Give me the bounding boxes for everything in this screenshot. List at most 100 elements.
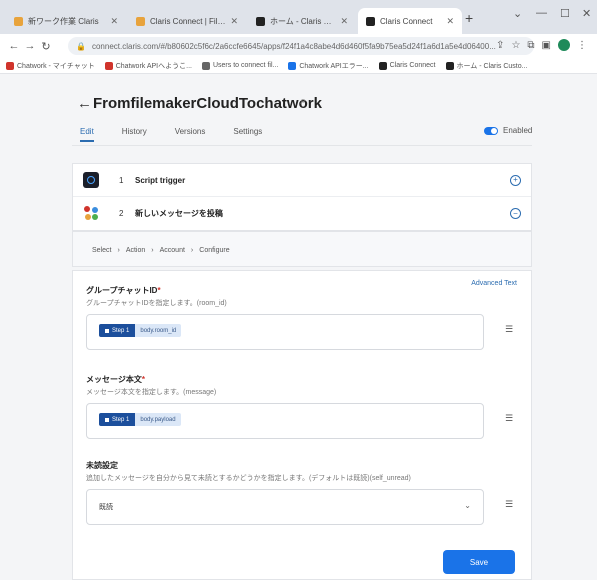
bookmark-label: ホーム - Claris Custo... (456, 62, 528, 70)
address-bar-row: ← → ↻ 🔒 connect.claris.com/#/b80602c5f6c… (0, 34, 597, 58)
bookmark-icon (445, 61, 454, 70)
minimize-icon[interactable]: — (536, 7, 547, 19)
step-row-2[interactable]: 2 新しいメッセージを投稿 − (73, 197, 531, 230)
message-body-field[interactable]: Step 1 body.payload (86, 403, 484, 439)
url-field[interactable]: 🔒 connect.claris.com/#/b80602c5f6c/2a6cc… (68, 37, 534, 55)
step-row-1[interactable]: 1 Script trigger + (73, 164, 531, 197)
chatwork-dot (92, 207, 98, 213)
close-icon[interactable]: ✕ (230, 16, 238, 27)
bookmark-item[interactable]: Claris Connect (378, 61, 436, 70)
close-icon[interactable]: ✕ (340, 16, 348, 27)
tab-favicon-icon (14, 16, 23, 26)
required-marker: * (157, 286, 161, 295)
breadcrumb-item[interactable]: Account (160, 247, 185, 254)
chevron-down-icon: ⌄ (464, 501, 471, 510)
browser-tab-2[interactable]: Claris Connect | FileMaker ✕ (128, 8, 246, 34)
bookmark-star-icon[interactable]: ☆ (511, 40, 520, 51)
tab-search-icon[interactable]: ⌄ (513, 7, 522, 20)
breadcrumb-item[interactable]: Select (92, 247, 111, 254)
close-icon[interactable]: ✕ (110, 16, 118, 27)
tab-label: Claris Connect (380, 16, 433, 26)
configure-form: グループチャットID* グループチャットIDを指定します。(room_id) A… (72, 270, 532, 580)
self-unread-select[interactable]: 既読 ⌄ (86, 489, 484, 525)
select-value: 既読 (99, 504, 113, 511)
chatwork-dot (85, 214, 91, 220)
step-label: Script trigger (135, 175, 186, 185)
bookmarks-bar: Chatwork - マイチャット Chatwork APIへようこ... Us… (0, 58, 597, 74)
bookmark-icon (6, 61, 14, 70)
bookmark-label: Chatwork APIエラー... (299, 62, 369, 70)
browser-tab-4[interactable]: Claris Connect ✕ (358, 8, 462, 34)
collapse-step-icon[interactable]: − (510, 208, 521, 219)
data-mapping-icon[interactable]: ☰ (505, 324, 513, 335)
required-marker: * (141, 375, 145, 384)
extensions-icon[interactable]: ⧉ (527, 40, 534, 51)
menu-dots-icon[interactable]: ⋮ (577, 40, 587, 51)
breadcrumb-item[interactable]: Action (126, 247, 145, 254)
pill-step: Step 1 (99, 324, 136, 337)
back-arrow-icon[interactable]: ← (77, 95, 92, 112)
browser-tab-3[interactable]: ホーム - Claris Customer ✕ (248, 8, 356, 34)
new-tab-icon[interactable]: + (465, 10, 473, 26)
data-pill[interactable]: Step 1 body.payload (99, 413, 181, 426)
advanced-text-link[interactable]: Advanced Text (471, 280, 517, 287)
flow-tabs: Edit History Versions Settings (80, 127, 290, 142)
bookmark-item[interactable]: Chatwork APIへようこ... (104, 61, 192, 71)
group-chat-id-field[interactable]: Step 1 body.room_id (86, 314, 484, 350)
back-arrow-icon[interactable]: ← (6, 40, 22, 52)
bookmark-item[interactable]: Chatwork APIエラー... (288, 61, 369, 71)
pill-path: body.room_id (135, 324, 182, 337)
enabled-toggle[interactable] (484, 127, 498, 135)
url-text: connect.claris.com/#/b80602c5f6c/2a6ccfe… (91, 41, 496, 51)
chatwork-dot (92, 214, 98, 220)
tab-label: 新ワーク作業 Claris (28, 16, 99, 26)
bookmark-label: Users to connect fil... (212, 62, 279, 69)
breadcrumb: Select › Action › Account › Configure (92, 247, 230, 254)
breadcrumb-item[interactable]: Configure (199, 247, 229, 254)
bookmark-item[interactable]: Chatwork - マイチャット (6, 61, 95, 71)
tab-favicon-icon (136, 16, 145, 26)
share-icon[interactable]: ⇪ (496, 40, 504, 51)
pill-step-label: Step 1 (112, 327, 130, 334)
reload-icon[interactable]: ↻ (38, 40, 54, 53)
data-mapping-icon[interactable]: ☰ (505, 499, 513, 510)
tab-settings[interactable]: Settings (233, 127, 262, 142)
tab-versions[interactable]: Versions (175, 127, 206, 142)
chevron-right-icon: › (117, 247, 120, 254)
maximize-icon[interactable]: ☐ (560, 7, 570, 20)
chatwork-icon (83, 205, 99, 221)
search-icon[interactable]: ⌕ (300, 95, 306, 108)
step-list: 1 Script trigger + 2 新しいメッセージを投稿 − (72, 163, 532, 231)
chatwork-dot (84, 206, 90, 212)
tab-edit[interactable]: Edit (80, 127, 94, 142)
pill-path: body.payload (135, 413, 181, 426)
bookmark-icon (104, 61, 113, 70)
field-label-text: メッセージ本文 (86, 375, 142, 384)
data-mapping-icon[interactable]: ☰ (505, 413, 513, 424)
bookmark-item[interactable]: ホーム - Claris Custo... (445, 61, 528, 71)
chevron-right-icon: › (190, 247, 194, 254)
bookmark-label: Claris Connect (389, 62, 436, 69)
add-step-icon[interactable]: + (510, 174, 521, 186)
forward-arrow-icon[interactable]: → (22, 40, 38, 52)
page-title: FromfilemakerCloudTochatwork (93, 95, 322, 112)
save-button[interactable]: Save (443, 550, 515, 574)
profile-avatar[interactable] (558, 39, 570, 51)
step-square-icon (105, 417, 109, 422)
field-label: グループチャットID* (86, 285, 161, 296)
tab-label: ホーム - Claris Customer (270, 16, 335, 26)
bookmark-item[interactable]: Users to connect fil... (201, 61, 279, 70)
bookmark-label: Chatwork - マイチャット (17, 62, 95, 70)
step-number: 1 (119, 175, 124, 185)
lock-icon: 🔒 (76, 41, 86, 51)
close-icon[interactable]: ✕ (446, 16, 454, 27)
window-close-icon[interactable]: ✕ (582, 7, 591, 20)
sidebar-icon[interactable]: ▣ (542, 40, 551, 51)
bookmark-icon (201, 61, 210, 70)
browser-tab-bar: 新ワーク作業 Claris ✕ Claris Connect | FileMak… (0, 0, 597, 34)
field-help: メッセージ本文を指定します。(message) (86, 389, 217, 396)
browser-tab-1[interactable]: 新ワーク作業 Claris ✕ (6, 8, 126, 34)
data-pill[interactable]: Step 1 body.room_id (99, 324, 182, 337)
tab-history[interactable]: History (122, 127, 147, 142)
toggle-knob (491, 128, 497, 134)
